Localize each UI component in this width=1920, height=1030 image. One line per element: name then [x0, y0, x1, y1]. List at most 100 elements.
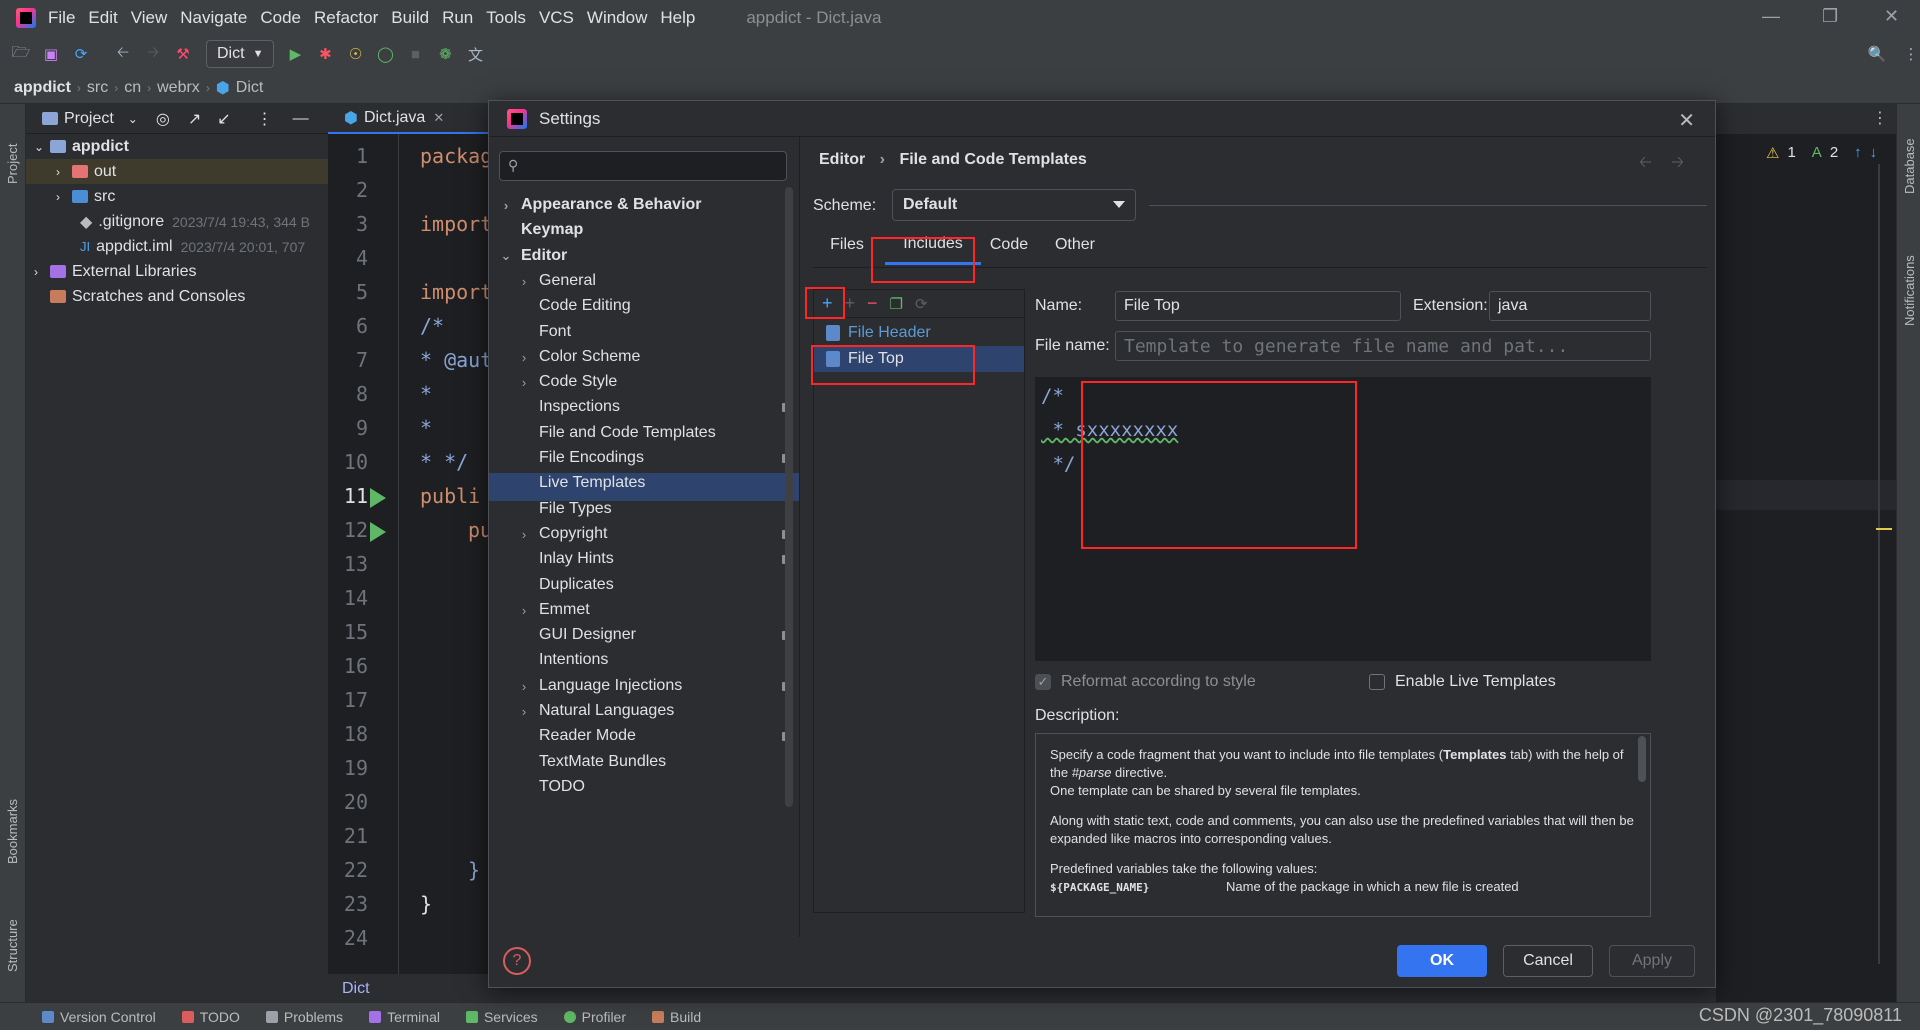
warning-stripe-marker[interactable]	[1876, 528, 1892, 530]
search-everywhere-icon[interactable]: 🔍	[1868, 45, 1887, 63]
breadcrumb-project[interactable]: appdict	[14, 79, 71, 97]
menu-refactor[interactable]: Refactor	[314, 8, 378, 28]
collapse-icon[interactable]: ↙	[217, 109, 230, 129]
tree-item-iml[interactable]: JI appdict.iml 2023/7/4 20:01, 707	[26, 234, 328, 259]
menu-view[interactable]: View	[131, 8, 168, 28]
editor-breadcrumb[interactable]: Dict	[328, 974, 488, 1002]
back-arrow-icon[interactable]: 🡠	[1639, 151, 1652, 178]
breadcrumb-dict[interactable]: Dict	[236, 79, 264, 97]
next-highlight-icon[interactable]: ↓	[1870, 144, 1878, 162]
breadcrumb-parent[interactable]: Editor	[819, 151, 865, 168]
chevron-down-icon[interactable]: ⌄	[499, 248, 513, 264]
settings-search-input[interactable]: ⚲	[499, 151, 787, 181]
structure-tool-button[interactable]: Structure	[5, 919, 20, 972]
editor-tab-dict[interactable]: ⬢ Dict.java ✕	[328, 104, 488, 134]
settings-nav-item[interactable]: › Emmet	[517, 596, 807, 624]
chevron-right-icon[interactable]: ›	[499, 198, 513, 213]
stop-icon[interactable]: ■	[406, 45, 424, 63]
more-actions-icon[interactable]: ⋮	[1902, 45, 1920, 63]
copy-icon[interactable]: ❐	[890, 295, 903, 313]
chevron-right-icon[interactable]: ›	[517, 350, 531, 365]
cancel-button[interactable]: Cancel	[1503, 945, 1593, 977]
run-gutter-icon[interactable]	[370, 522, 386, 542]
run-icon[interactable]: ▶	[286, 45, 304, 63]
hide-icon[interactable]: —	[293, 110, 309, 128]
settings-nav-item[interactable]: Font	[517, 318, 807, 346]
tree-item-src[interactable]: › src	[26, 184, 328, 209]
save-icon[interactable]: ▣	[42, 45, 60, 63]
hammer-icon[interactable]: ⚒	[174, 45, 192, 63]
reset-icon[interactable]: ⟳	[915, 295, 928, 313]
menu-code[interactable]: Code	[260, 8, 301, 28]
template-item-file-header[interactable]: File Header	[814, 320, 1024, 346]
menu-edit[interactable]: Edit	[88, 8, 117, 28]
menu-vcs[interactable]: VCS	[539, 8, 574, 28]
tree-item-external-libraries[interactable]: › External Libraries	[26, 259, 328, 284]
chevron-right-icon[interactable]: ›	[517, 679, 531, 694]
forward-arrow-icon[interactable]: 🡢	[1671, 151, 1684, 178]
settings-nav-item[interactable]: TextMate Bundles	[517, 748, 807, 776]
settings-nav-item[interactable]: › Natural Languages	[517, 697, 807, 725]
forward-arrow-icon[interactable]: 🡢	[144, 44, 162, 63]
database-tool-button[interactable]: Database	[1902, 138, 1917, 194]
scrollbar-track[interactable]	[1878, 164, 1880, 964]
settings-nav-item[interactable]: TODO	[517, 773, 807, 801]
settings-nav-item[interactable]: Code Editing	[517, 292, 807, 320]
settings-nav-item[interactable]: Duplicates	[517, 571, 807, 599]
menu-build[interactable]: Build	[391, 8, 429, 28]
ok-button[interactable]: OK	[1397, 945, 1487, 977]
settings-nav-item[interactable]: › Language Injections	[517, 672, 807, 700]
status-version-control[interactable]: Version Control	[42, 1009, 156, 1025]
chevron-right-icon[interactable]: ›	[517, 375, 531, 390]
settings-nav-item[interactable]: Intentions	[517, 646, 807, 674]
tree-item-out[interactable]: › out	[26, 159, 328, 184]
open-folder-icon[interactable]: 🗁	[12, 44, 31, 63]
expand-icon[interactable]: ↗	[188, 109, 201, 129]
settings-nav-item[interactable]: File Encodings	[517, 444, 807, 472]
run-configuration-select[interactable]: Dict ▼	[206, 40, 275, 68]
extension-input[interactable]: java	[1489, 291, 1651, 321]
checkbox-checked-icon[interactable]: ✓	[1035, 674, 1051, 690]
status-profiler[interactable]: Profiler	[563, 1009, 626, 1025]
status-terminal[interactable]: Terminal	[369, 1009, 440, 1025]
settings-nav-item[interactable]: GUI Designer	[517, 621, 807, 649]
status-build[interactable]: Build	[652, 1009, 701, 1025]
settings-nav-item[interactable]: Keymap	[499, 216, 789, 244]
tree-item-scratches[interactable]: Scratches and Consoles	[26, 284, 328, 309]
tree-item-gitignore[interactable]: ◆ .gitignore 2023/7/4 19:43, 344 B	[26, 209, 328, 234]
close-icon[interactable]: ✕	[1678, 108, 1695, 133]
run-gutter-icon[interactable]	[370, 488, 386, 508]
project-tool-button[interactable]: Project	[5, 144, 20, 184]
project-panel-title[interactable]: Project	[64, 110, 114, 128]
status-services[interactable]: Services	[465, 1009, 538, 1025]
menu-run[interactable]: Run	[442, 8, 473, 28]
tree-item-appdict[interactable]: ⌄ appdict	[26, 134, 328, 159]
settings-nav-item[interactable]: › Appearance & Behavior	[499, 191, 789, 219]
inspection-widget[interactable]: ⚠ 1 A‌ 2 ↑ ↓	[1766, 144, 1877, 162]
close-tab-icon[interactable]: ✕	[433, 110, 444, 126]
name-input[interactable]: File Top	[1115, 291, 1401, 321]
menu-navigate[interactable]: Navigate	[180, 8, 247, 28]
settings-nav-item[interactable]: › General	[517, 267, 807, 295]
restore-icon[interactable]: ❐	[1822, 6, 1838, 27]
status-problems[interactable]: Problems	[265, 1009, 343, 1025]
tab-code[interactable]: Code	[981, 225, 1037, 265]
coverage-icon[interactable]: ☉	[346, 45, 364, 63]
live-templates-checkbox-row[interactable]: Enable Live Templates	[1369, 673, 1556, 691]
previous-highlight-icon[interactable]: ↑	[1854, 144, 1862, 162]
sync-icon[interactable]: ⟳	[72, 45, 90, 63]
options-icon[interactable]: ⋮	[257, 109, 273, 129]
settings-nav-item[interactable]: › Code Style	[517, 368, 807, 396]
menu-file[interactable]: File	[48, 8, 75, 28]
menu-window[interactable]: Window	[587, 8, 647, 28]
ai-assistant-icon[interactable]: ❁	[436, 45, 454, 63]
checkbox-icon[interactable]	[1369, 674, 1385, 690]
settings-nav-item[interactable]: › Copyright	[517, 520, 807, 548]
menu-help[interactable]: Help	[660, 8, 695, 28]
dialog-title-bar[interactable]: Settings ✕	[489, 101, 1715, 137]
settings-nav-item[interactable]: Inlay Hints	[517, 545, 807, 573]
chevron-down-icon[interactable]: ⌄	[128, 112, 138, 126]
code-editor[interactable]: ⬢ Dict.java ✕ 1 2 3 4 5 6 7 8 9 10 11 12…	[328, 104, 492, 1002]
remove-icon[interactable]: −	[867, 293, 878, 314]
scheme-select[interactable]: Default	[892, 189, 1136, 221]
